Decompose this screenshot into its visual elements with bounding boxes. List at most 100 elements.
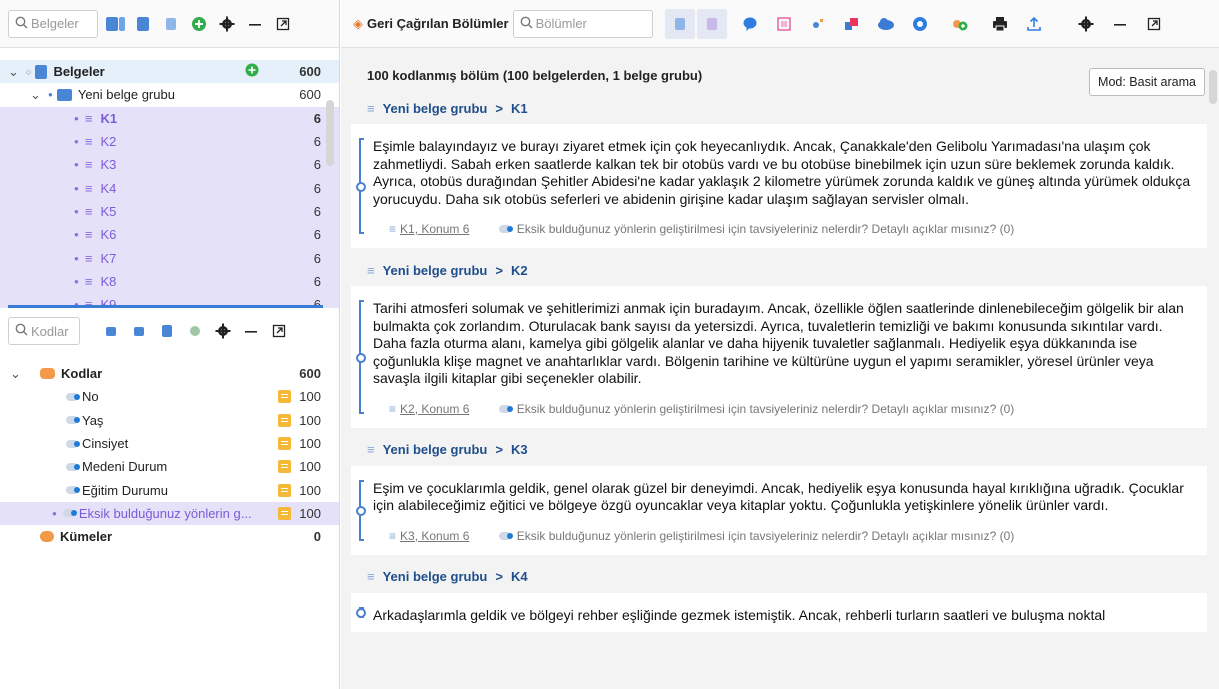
memo-icon[interactable] bbox=[278, 413, 291, 427]
add-icon[interactable] bbox=[188, 13, 210, 35]
segment-location-link[interactable]: ≡ K3, Konum 6 bbox=[389, 529, 469, 543]
export-circle-icon[interactable] bbox=[909, 13, 931, 35]
import-document-icon[interactable] bbox=[132, 13, 154, 35]
gear-icon[interactable] bbox=[1075, 13, 1097, 35]
breadcrumb-separator: > bbox=[495, 262, 503, 278]
segments-search-placeholder: Bölümler bbox=[535, 16, 587, 31]
sets-row[interactable]: Kümeler 0 bbox=[0, 525, 339, 548]
segment-card[interactable]: Arkadaşlarımla geldik ve bölgeyi rehber … bbox=[351, 592, 1207, 632]
document-row[interactable]: ● ≡ K3 6 bbox=[0, 153, 339, 177]
segment-location-link[interactable]: ≡ K2, Konum 6 bbox=[389, 402, 469, 416]
print-icon[interactable] bbox=[989, 13, 1011, 35]
segment-header[interactable]: ≡ Yeni belge grubu > K3 bbox=[341, 434, 1219, 466]
document-row[interactable]: ● ≡ K1 6 bbox=[0, 106, 339, 130]
tree-root-label: Belgeler bbox=[53, 64, 105, 80]
text-document-icon: ≡ bbox=[84, 110, 93, 126]
code-row[interactable]: Eğitim Durumu 100 bbox=[0, 478, 339, 501]
doc-filter-icon[interactable] bbox=[664, 8, 695, 39]
codes-root-row[interactable]: ⌄ Kodlar 600 bbox=[0, 362, 339, 385]
memo-icon[interactable] bbox=[278, 437, 291, 451]
segment-location-link[interactable]: ≡ K1, Konum 6 bbox=[389, 222, 469, 236]
chevron-down-icon[interactable]: ⌄ bbox=[30, 87, 44, 103]
segment-document-name: K3 bbox=[510, 442, 528, 457]
document-row[interactable]: ● ≡ K6 6 bbox=[0, 223, 339, 247]
codes-search[interactable]: Kodlar bbox=[8, 317, 80, 345]
add-icon[interactable] bbox=[245, 63, 259, 80]
weight-icon[interactable] bbox=[807, 13, 829, 35]
segment-document-name: K4 bbox=[510, 569, 528, 584]
memo-icon[interactable] bbox=[278, 483, 291, 497]
code-row[interactable]: Cinsiyet 100 bbox=[0, 432, 339, 455]
code-filter-icon[interactable] bbox=[696, 8, 727, 39]
document-icon[interactable] bbox=[160, 13, 182, 35]
new-code-icon[interactable] bbox=[100, 320, 122, 342]
memo-icon[interactable] bbox=[278, 460, 291, 474]
bullet-icon: ● bbox=[74, 183, 79, 193]
segments-search[interactable]: Bölümler bbox=[512, 9, 653, 38]
document-count: 6 bbox=[313, 250, 321, 266]
segment-group-name: Yeni belge grubu bbox=[382, 442, 488, 457]
add-code-icon[interactable] bbox=[184, 320, 206, 342]
segment-code-tag[interactable]: Eksik bulduğunuz yönlerin geliştirilmesi… bbox=[499, 529, 1014, 543]
sets-label: Kümeler bbox=[60, 529, 113, 545]
code-count: 100 bbox=[299, 389, 321, 405]
text-document-icon: ≡ bbox=[84, 250, 93, 266]
memo-icon[interactable] bbox=[739, 13, 761, 35]
document-row[interactable]: ● ≡ K8 6 bbox=[0, 269, 339, 293]
overlap-icon[interactable] bbox=[841, 13, 863, 35]
code-row[interactable]: Medeni Durum 100 bbox=[0, 455, 339, 478]
segment-card[interactable]: Tarihi atmosferi solumak ve şehitlerimiz… bbox=[351, 286, 1207, 428]
document-label: K4 bbox=[100, 180, 117, 196]
segment-header[interactable]: ≡ Yeni belge grubu > K4 bbox=[341, 561, 1219, 593]
code-color-icon bbox=[66, 462, 80, 471]
mode-button[interactable]: Mod: Basit arama bbox=[1089, 68, 1205, 96]
new-document-group-icon[interactable] bbox=[104, 13, 126, 35]
chevron-down-icon[interactable]: ⌄ bbox=[8, 64, 22, 80]
undock-icon[interactable] bbox=[1143, 13, 1165, 35]
code-row[interactable]: ● Eksik bulduğunuz yönlerin g... 100 bbox=[0, 501, 339, 526]
codes-toolbar: Kodlar bbox=[0, 308, 339, 354]
document-count: 6 bbox=[313, 227, 321, 243]
export-icon[interactable] bbox=[1023, 13, 1045, 35]
segment-card[interactable]: Eşim ve çocuklarımla geldik, genel olara… bbox=[351, 465, 1207, 555]
preview-icon[interactable] bbox=[773, 13, 795, 35]
cloud-icon[interactable] bbox=[875, 13, 897, 35]
undock-icon[interactable] bbox=[272, 13, 294, 35]
codes-pane: Kodlar ⌄ Kodlar 600 No 100 Yaş 100 Cinsiyet 1… bbox=[0, 308, 339, 689]
segment-header[interactable]: ≡ Yeni belge grubu > K1 bbox=[341, 92, 1219, 124]
segment-meta: ≡ K3, Konum 6 Eksik bulduğunuz yönlerin g… bbox=[373, 529, 1207, 543]
segment-card[interactable]: Eşimle balayındayız ve burayı ziyaret et… bbox=[351, 124, 1207, 248]
minimize-icon[interactable] bbox=[240, 320, 262, 342]
segment-code-tag[interactable]: Eksik bulduğunuz yönlerin geliştirilmesi… bbox=[499, 222, 1014, 236]
document-count: 6 bbox=[313, 180, 321, 196]
documents-tree: ⌄ ○ Belgeler 600 ⌄ ● Yeni belge grubu 60… bbox=[0, 48, 339, 317]
code-document-icon[interactable] bbox=[156, 320, 178, 342]
minimize-icon[interactable] bbox=[1109, 13, 1131, 35]
code-add-icon[interactable] bbox=[949, 13, 971, 35]
tree-root-documents[interactable]: ⌄ ○ Belgeler 600 bbox=[0, 60, 339, 84]
code-row[interactable]: No 100 bbox=[0, 385, 339, 408]
gear-icon[interactable] bbox=[216, 13, 238, 35]
document-row[interactable]: ● ≡ K7 6 bbox=[0, 246, 339, 270]
documents-search[interactable]: Belgeler bbox=[8, 9, 98, 38]
document-row[interactable]: ● ≡ K2 6 bbox=[0, 129, 339, 154]
chevron-down-icon[interactable]: ⌄ bbox=[10, 366, 24, 382]
code-row[interactable]: Yaş 100 bbox=[0, 409, 339, 432]
documents-scrollbar[interactable] bbox=[326, 100, 334, 166]
memo-icon[interactable] bbox=[278, 506, 291, 520]
segment-code: Eksik bulduğunuz yönlerin geliştirilmesi… bbox=[516, 528, 1015, 543]
segment-code-tag[interactable]: Eksik bulduğunuz yönlerin geliştirilmesi… bbox=[499, 402, 1014, 416]
segments-scrollbar[interactable] bbox=[1209, 70, 1217, 104]
segment-header[interactable]: ≡ Yeni belge grubu > K2 bbox=[341, 254, 1219, 286]
undock-icon[interactable] bbox=[268, 320, 290, 342]
tree-group-row[interactable]: ⌄ ● Yeni belge grubu 600 bbox=[0, 83, 339, 106]
codes-search-placeholder: Kodlar bbox=[31, 323, 69, 339]
gear-icon[interactable] bbox=[212, 320, 234, 342]
document-row[interactable]: ● ≡ K5 6 bbox=[0, 199, 339, 224]
minimize-icon[interactable] bbox=[244, 13, 266, 35]
bullet-icon: ● bbox=[48, 90, 53, 100]
memo-icon[interactable] bbox=[278, 390, 291, 404]
code-tag-icon[interactable] bbox=[128, 320, 150, 342]
code-count: 100 bbox=[299, 459, 321, 475]
document-row[interactable]: ● ≡ K4 6 bbox=[0, 176, 339, 200]
